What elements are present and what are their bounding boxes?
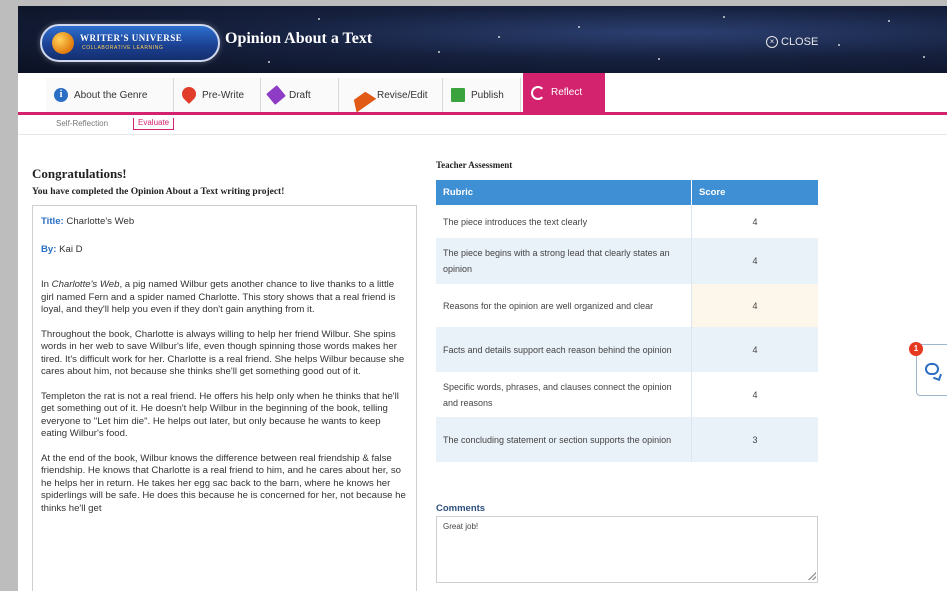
teacher-assessment-heading: Teacher Assessment (436, 160, 513, 170)
rubric-table: Rubric Score The piece introduces the te… (436, 180, 818, 462)
table-header-row: Rubric Score (436, 180, 818, 205)
rubric-score: 4 (691, 205, 818, 238)
tab-label: Pre-Write (202, 89, 245, 101)
rubric-score: 4 (691, 238, 818, 284)
rubric-score: 4 (691, 372, 818, 417)
table-row: The piece introduces the text clearly 4 (436, 205, 818, 238)
subtab-evaluate[interactable]: Evaluate (133, 118, 175, 130)
page-title: Opinion About a Text (225, 30, 373, 47)
header: WRITER'S UNIVERSE COLLABORATIVE LEARNING… (18, 6, 947, 73)
essay-paragraph: In Charlotte's Web, a pig named Wilbur g… (41, 279, 396, 315)
table-row: The piece begins with a strong lead that… (436, 238, 818, 284)
sub-tab-bar: Self-Reflection Evaluate (18, 115, 947, 135)
pencil-icon (266, 85, 286, 105)
subtab-self-reflection[interactable]: Self-Reflection (56, 119, 108, 128)
tab-reflect[interactable]: Reflect (523, 73, 605, 112)
table-row: Facts and details support each reason be… (436, 327, 818, 372)
score-column-header: Score (691, 180, 818, 205)
tab-about-the-genre[interactable]: i About the Genre (46, 78, 174, 112)
rubric-criterion: Specific words, phrases, and clauses con… (436, 372, 692, 417)
rubric-criterion: The concluding statement or section supp… (436, 417, 692, 462)
close-icon: × (766, 36, 778, 48)
tab-pre-write[interactable]: Pre-Write (174, 78, 261, 112)
tab-bar: i About the Genre Pre-Write Draft Revise… (18, 73, 947, 115)
reflect-icon (531, 85, 545, 100)
notification-badge: 1 (909, 342, 923, 356)
cursor-icon (341, 77, 377, 113)
essay-panel[interactable]: Title: Charlotte's Web By: Kai D In Char… (32, 205, 417, 591)
congrats-heading: Congratulations! (32, 166, 127, 181)
rubric-criterion: Facts and details support each reason be… (436, 327, 692, 372)
comments-field[interactable]: Great job! (436, 516, 818, 583)
close-label: CLOSE (781, 36, 819, 48)
close-button[interactable]: × CLOSE (766, 36, 818, 48)
rubric-criterion: Reasons for the opinion are well organiz… (436, 284, 692, 327)
table-row: Specific words, phrases, and clauses con… (436, 372, 818, 417)
essay-title-row: Title: Charlotte's Web (41, 216, 408, 229)
comments-label: Comments (436, 503, 486, 514)
rubric-score: 4 (691, 327, 818, 372)
planet-icon (52, 32, 74, 54)
resize-grip-icon[interactable] (808, 572, 816, 580)
rubric-column-header: Rubric (436, 180, 692, 205)
info-icon: i (54, 88, 68, 102)
tab-label: Reflect (551, 87, 583, 98)
tab-label: About the Genre (74, 89, 148, 101)
book-icon (451, 88, 465, 102)
table-row: The concluding statement or section supp… (436, 417, 818, 462)
tab-publish[interactable]: Publish (443, 78, 521, 112)
rubric-criterion: The piece introduces the text clearly (436, 205, 692, 238)
tab-revise-edit[interactable]: Revise/Edit (339, 77, 443, 113)
essay-author-row: By: Kai D (41, 244, 408, 257)
pin-icon (179, 84, 199, 104)
essay-paragraph: At the end of the book, Wilbur knows the… (41, 452, 406, 514)
essay-title: Charlotte's Web (66, 216, 135, 227)
logo-text: WRITER'S UNIVERSE (80, 33, 183, 43)
by-label: By: (41, 243, 57, 255)
tab-label: Revise/Edit (377, 89, 428, 101)
essay-author: Kai D (59, 243, 83, 255)
rubric-criterion: The piece begins with a strong lead that… (436, 238, 692, 284)
title-label: Title: (41, 216, 64, 227)
completion-message: You have completed the Opinion About a T… (32, 187, 285, 197)
chat-icon (925, 363, 939, 375)
tab-draft[interactable]: Draft (261, 78, 339, 112)
rubric-score: 3 (691, 417, 818, 462)
app-window: WRITER'S UNIVERSE COLLABORATIVE LEARNING… (18, 6, 947, 591)
tab-label: Draft (289, 89, 311, 101)
table-row: Reasons for the opinion are well organiz… (436, 284, 818, 327)
rubric-score: 4 (691, 284, 818, 327)
logo-subtext: COLLABORATIVE LEARNING (82, 45, 164, 51)
essay-paragraph: Templeton the rat is not a real friend. … (41, 390, 399, 440)
tab-label: Publish (471, 89, 504, 101)
essay-paragraph: Throughout the book, Charlotte is always… (41, 328, 405, 378)
writers-universe-logo: WRITER'S UNIVERSE COLLABORATIVE LEARNING (40, 24, 220, 62)
